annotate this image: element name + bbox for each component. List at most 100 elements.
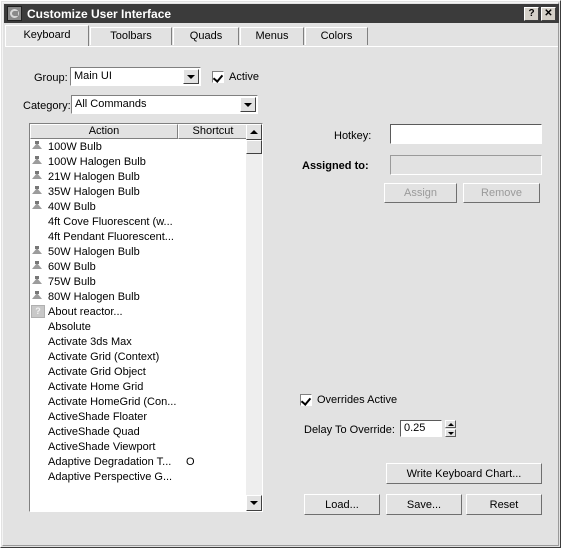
tab-quads[interactable]: Quads <box>173 27 239 45</box>
table-row[interactable]: 35W Halogen Bulb <box>30 184 246 199</box>
row-icon-placeholder <box>31 230 45 243</box>
row-icon-placeholder <box>31 425 45 438</box>
group-value: Main UI <box>74 70 112 82</box>
table-row[interactable]: 100W Bulb <box>30 139 246 154</box>
checkmark-icon <box>300 394 312 406</box>
row-action-label: 100W Bulb <box>48 140 102 153</box>
hotkey-label: Hotkey: <box>334 130 372 142</box>
row-action-label: ActiveShade Viewport <box>48 440 156 453</box>
chevron-down-icon[interactable] <box>183 69 199 84</box>
tab-strip: Keyboard Toolbars Quads Menus Colors <box>5 25 558 48</box>
app-icon <box>7 6 22 21</box>
tab-menus[interactable]: Menus <box>240 27 304 45</box>
row-action-label: 40W Bulb <box>48 200 96 213</box>
table-row[interactable]: 50W Halogen Bulb <box>30 244 246 259</box>
row-icon-placeholder <box>31 410 45 423</box>
row-action-label: Adaptive Degradation T... <box>48 455 172 468</box>
column-header-shortcut[interactable]: Shortcut <box>178 124 248 139</box>
bulb-icon <box>31 200 45 213</box>
column-header-action[interactable]: Action <box>30 124 178 139</box>
scroll-down-icon[interactable] <box>246 495 262 511</box>
table-row[interactable]: 4ft Cove Fluorescent (w... <box>30 214 246 229</box>
list-scrollbar[interactable] <box>246 124 262 511</box>
write-keyboard-chart-button[interactable]: Write Keyboard Chart... <box>386 463 542 484</box>
spinner-down-icon[interactable] <box>445 429 456 437</box>
title-bar-buttons: ? ✕ <box>524 6 556 21</box>
tab-underline-shadow <box>5 47 558 48</box>
spinner-up-icon[interactable] <box>445 420 456 428</box>
bulb-icon <box>31 140 45 153</box>
bulb-icon <box>31 155 45 168</box>
chevron-down-icon[interactable] <box>240 97 256 112</box>
tab-toolbars[interactable]: Toolbars <box>90 27 172 45</box>
group-combobox[interactable]: Main UI <box>70 67 201 86</box>
table-row[interactable]: 60W Bulb <box>30 259 246 274</box>
table-row[interactable]: Activate HomeGrid (Con... <box>30 394 246 409</box>
reset-button[interactable]: Reset <box>466 494 542 515</box>
table-row[interactable]: 75W Bulb <box>30 274 246 289</box>
title-bar[interactable]: Customize User Interface ? ✕ <box>4 4 559 23</box>
row-action-label: Activate Home Grid <box>48 380 144 393</box>
category-label: Category: <box>23 100 71 112</box>
table-row[interactable]: Absolute <box>30 319 246 334</box>
bulb-icon <box>31 290 45 303</box>
row-shortcut-label: O <box>186 455 195 468</box>
row-action-label: Activate HomeGrid (Con... <box>48 395 177 408</box>
table-row[interactable]: ActiveShade Floater <box>30 409 246 424</box>
row-action-label: 75W Bulb <box>48 275 96 288</box>
row-action-label: Activate Grid (Context) <box>48 350 160 363</box>
bulb-icon <box>31 260 45 273</box>
table-row[interactable]: Activate Home Grid <box>30 379 246 394</box>
table-row[interactable]: 4ft Pendant Fluorescent... <box>30 229 246 244</box>
commands-list[interactable]: Action Shortcut 100W Bulb 100W Halogen Bu… <box>29 123 263 512</box>
row-action-label: 100W Halogen Bulb <box>48 155 146 168</box>
table-row[interactable]: Activate Grid (Context) <box>30 349 246 364</box>
bulb-icon <box>31 170 45 183</box>
active-checkbox-label: Active <box>229 71 259 83</box>
row-action-label: 50W Halogen Bulb <box>48 245 140 258</box>
help-icon: ? <box>31 305 45 318</box>
assign-button[interactable]: Assign <box>384 183 457 203</box>
table-row[interactable]: Adaptive Degradation T... O <box>30 454 246 469</box>
row-icon-placeholder <box>31 335 45 348</box>
table-row[interactable]: Activate 3ds Max <box>30 334 246 349</box>
row-action-label: ActiveShade Quad <box>48 425 140 438</box>
save-button[interactable]: Save... <box>386 494 462 515</box>
checkmark-icon <box>212 71 224 83</box>
table-row[interactable]: Activate Grid Object <box>30 364 246 379</box>
table-row[interactable]: Adaptive Perspective G... <box>30 469 246 484</box>
table-row[interactable]: 21W Halogen Bulb <box>30 169 246 184</box>
row-action-label: About reactor... <box>48 305 123 318</box>
table-row[interactable]: ActiveShade Quad <box>30 424 246 439</box>
row-action-label: ActiveShade Floater <box>48 410 148 423</box>
overrides-active-checkbox[interactable]: Overrides Active <box>300 394 397 406</box>
row-action-label: 60W Bulb <box>48 260 96 273</box>
help-button[interactable]: ? <box>524 6 539 21</box>
table-row[interactable]: 100W Halogen Bulb <box>30 154 246 169</box>
category-combobox[interactable]: All Commands <box>71 95 258 114</box>
delay-to-override-input[interactable]: 0.25 <box>400 420 442 437</box>
row-icon-placeholder <box>31 455 45 468</box>
scrollbar-thumb[interactable] <box>246 140 262 154</box>
active-checkbox[interactable]: Active <box>212 71 259 83</box>
table-row[interactable]: 40W Bulb <box>30 199 246 214</box>
scroll-up-icon[interactable] <box>246 124 262 140</box>
tab-colors[interactable]: Colors <box>305 27 368 45</box>
delay-spinner[interactable] <box>445 420 456 437</box>
list-header: Action Shortcut <box>30 124 262 139</box>
tab-keyboard[interactable]: Keyboard <box>5 25 89 46</box>
table-row[interactable]: ? About reactor... <box>30 304 246 319</box>
row-icon-placeholder <box>31 320 45 333</box>
delay-to-override-label: Delay To Override: <box>304 424 395 436</box>
close-button[interactable]: ✕ <box>541 6 556 21</box>
hotkey-input[interactable] <box>390 124 542 144</box>
row-action-label: 35W Halogen Bulb <box>48 185 140 198</box>
table-row[interactable]: ActiveShade Viewport <box>30 439 246 454</box>
load-button[interactable]: Load... <box>304 494 380 515</box>
assigned-to-label: Assigned to: <box>302 160 369 172</box>
row-action-label: 80W Halogen Bulb <box>48 290 140 303</box>
row-action-label: Absolute <box>48 320 91 333</box>
table-row[interactable]: 80W Halogen Bulb <box>30 289 246 304</box>
remove-button[interactable]: Remove <box>463 183 540 203</box>
row-icon-placeholder <box>31 440 45 453</box>
